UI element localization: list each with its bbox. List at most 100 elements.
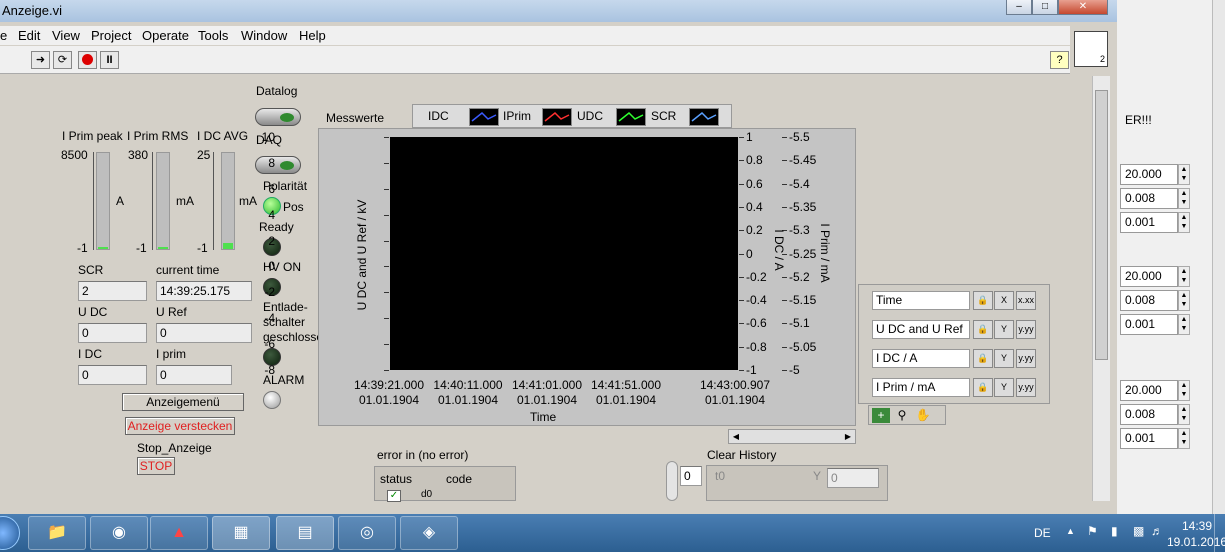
show-desktop-button[interactable]: [1214, 514, 1225, 552]
scroll-right-icon[interactable]: ▶: [841, 430, 855, 443]
right-value-7[interactable]: 20.000: [1120, 380, 1178, 401]
format-x-icon[interactable]: x.xx: [1016, 291, 1036, 310]
scale-legend-iprim[interactable]: I Prim / mA: [872, 378, 970, 397]
menu-tools[interactable]: Tools: [198, 28, 228, 43]
menu-window[interactable]: Window: [241, 28, 287, 43]
right-value-4[interactable]: 20.000: [1120, 266, 1178, 287]
close-button[interactable]: ✕: [1058, 0, 1108, 15]
right-value-3[interactable]: 0.001: [1120, 212, 1178, 233]
right-value-6[interactable]: 0.001: [1120, 314, 1178, 335]
right-value-9[interactable]: 0.001: [1120, 428, 1178, 449]
network-icon[interactable]: ▩: [1133, 524, 1144, 538]
lock-icon[interactable]: 🔒: [973, 320, 993, 339]
right-scrollbar[interactable]: [1212, 0, 1225, 514]
menu-help[interactable]: Help: [299, 28, 326, 43]
daq-switch[interactable]: [255, 156, 301, 174]
clear-y-field[interactable]: 0: [827, 468, 879, 488]
y2-axis-tick-label: -0.8: [746, 339, 767, 354]
right-stepper-2[interactable]: ▲ ▼: [1178, 188, 1190, 209]
scrollbar-thumb[interactable]: [1095, 90, 1108, 360]
right-stepper-1[interactable]: ▲ ▼: [1178, 164, 1190, 185]
right-stepper-5[interactable]: ▲ ▼: [1178, 290, 1190, 311]
lock-icon[interactable]: 🔒: [973, 349, 993, 368]
right-value-2[interactable]: 0.008: [1120, 188, 1178, 209]
labview-vi-icon[interactable]: ▤: [276, 516, 334, 550]
autoscale-x-icon[interactable]: X: [994, 291, 1014, 310]
legend-swatch-udc[interactable]: [616, 108, 646, 126]
language-indicator[interactable]: DE: [1034, 526, 1051, 540]
plot-area[interactable]: [390, 137, 738, 370]
right-value-8[interactable]: 0.008: [1120, 404, 1178, 425]
zoom-icon[interactable]: ⚲: [893, 408, 911, 423]
stop-button[interactable]: STOP: [137, 457, 175, 475]
autoscale-y-icon[interactable]: Y: [994, 378, 1014, 397]
clock-time[interactable]: 14:39: [1182, 519, 1212, 533]
menu-file-cut[interactable]: e: [0, 28, 7, 43]
y2-axis-tick-mark: [739, 346, 744, 348]
format-y-icon[interactable]: y.yy: [1016, 349, 1036, 368]
anzeigemenu-button[interactable]: Anzeigemenü: [122, 393, 244, 411]
lock-icon[interactable]: 🔒: [973, 378, 993, 397]
scroll-left-icon[interactable]: ◀: [729, 430, 743, 443]
power-icon[interactable]: ▮: [1111, 524, 1118, 538]
tank-fill-iprim-rms: [158, 247, 168, 249]
media-icon[interactable]: ◎: [338, 516, 396, 550]
network-globe-icon[interactable]: ◈: [400, 516, 458, 550]
crosshair-icon[interactable]: +: [872, 408, 890, 423]
y-axis-tick-label: -2: [264, 285, 275, 300]
right-stepper-4[interactable]: ▲ ▼: [1178, 266, 1190, 287]
legend-swatch-scr[interactable]: [689, 108, 719, 126]
right-stepper-7[interactable]: ▲ ▼: [1178, 380, 1190, 401]
pause-icon[interactable]: II: [100, 51, 119, 69]
scale-legend-idc[interactable]: I DC / A: [872, 349, 970, 368]
menu-edit[interactable]: Edit: [18, 28, 40, 43]
acrobat-icon[interactable]: ▲: [150, 516, 208, 550]
explorer-icon[interactable]: 📁: [28, 516, 86, 550]
numeric-stepper[interactable]: [666, 461, 678, 501]
volume-icon[interactable]: ♬: [1151, 524, 1163, 538]
autoscale-y-icon[interactable]: Y: [994, 349, 1014, 368]
status-checkbox[interactable]: ✓: [387, 490, 401, 502]
menu-operate[interactable]: Operate: [142, 28, 189, 43]
flag-icon[interactable]: ⚑: [1087, 524, 1098, 538]
menu-view[interactable]: View: [52, 28, 80, 43]
firefox-icon[interactable]: ◉: [90, 516, 148, 550]
legend-swatch-idc[interactable]: [469, 108, 499, 126]
autoscale-y-icon[interactable]: Y: [994, 320, 1014, 339]
vertical-scrollbar[interactable]: [1092, 76, 1110, 501]
right-stepper-8[interactable]: ▲ ▼: [1178, 404, 1190, 425]
clear-t0-label: t0: [715, 469, 726, 483]
scale-legend-time[interactable]: Time: [872, 291, 970, 310]
pan-hand-icon[interactable]: ✋: [914, 408, 932, 423]
chart-scrollbar[interactable]: ◀ ▶: [728, 429, 856, 444]
start-button[interactable]: [0, 516, 20, 550]
abort-icon[interactable]: [78, 51, 97, 69]
y3-axis-tick-mark: [782, 346, 787, 348]
maximize-button[interactable]: □: [1032, 0, 1058, 15]
numeric-control[interactable]: 0: [680, 466, 702, 486]
scale-legend-udc[interactable]: U DC and U Ref: [872, 320, 970, 339]
vi-icon[interactable]: 2: [1074, 31, 1108, 67]
right-value-5[interactable]: 0.008: [1120, 290, 1178, 311]
right-stepper-6[interactable]: ▲ ▼: [1178, 314, 1190, 335]
tray-arrow-icon[interactable]: ▲: [1066, 526, 1075, 536]
y2-axis-tick-mark: [739, 300, 744, 302]
anzeige-verstecken-button[interactable]: Anzeige verstecken: [125, 417, 235, 435]
legend-swatch-iprim[interactable]: [542, 108, 572, 126]
format-y-icon[interactable]: y.yy: [1016, 378, 1036, 397]
right-stepper-9[interactable]: ▲ ▼: [1178, 428, 1190, 449]
right-value-1[interactable]: 20.000: [1120, 164, 1178, 185]
y2-axis-tick-mark: [739, 253, 744, 255]
run-arrow-icon[interactable]: ➜: [31, 51, 50, 69]
format-y-icon[interactable]: y.yy: [1016, 320, 1036, 339]
right-stepper-3[interactable]: ▲ ▼: [1178, 212, 1190, 233]
labview-project-icon[interactable]: ▦: [212, 516, 270, 550]
help-icon[interactable]: ?: [1050, 51, 1069, 69]
x-tick-time: 14:41:01.000: [511, 378, 583, 392]
y-axis-tick-label: 0: [268, 259, 275, 274]
datalog-switch[interactable]: [255, 108, 301, 126]
run-continuously-icon[interactable]: ⟳: [53, 51, 72, 69]
minimize-button[interactable]: –: [1006, 0, 1032, 15]
lock-icon[interactable]: 🔒: [973, 291, 993, 310]
menu-project[interactable]: Project: [91, 28, 131, 43]
